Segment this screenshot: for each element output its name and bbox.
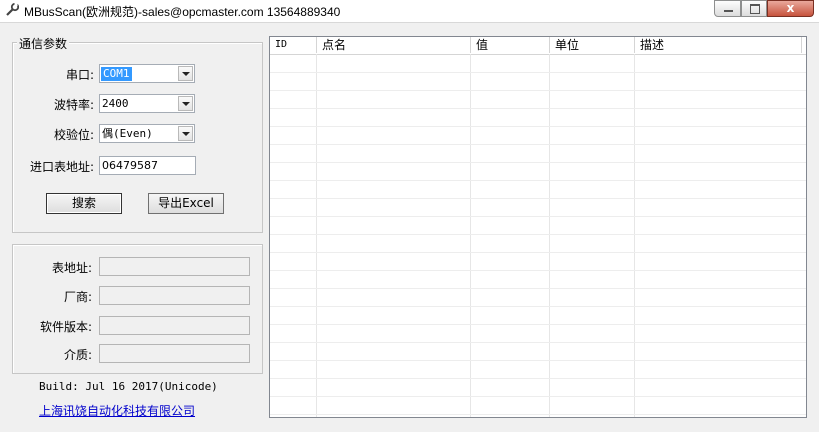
company-link[interactable]: 上海讯饶自动化科技有限公司: [39, 402, 195, 419]
address-value: 06479587: [102, 159, 158, 172]
maximize-button[interactable]: [741, 0, 767, 17]
grid-row-line: [270, 396, 806, 397]
grid-row-line: [270, 126, 806, 127]
grid-row-line: [270, 414, 806, 415]
grid-row-line: [270, 234, 806, 235]
grid-row-line: [270, 360, 806, 361]
grid-row-line: [270, 216, 806, 217]
port-select[interactable]: COM1: [99, 64, 195, 83]
column-header-id[interactable]: ID: [270, 37, 317, 53]
parity-select[interactable]: 偶(Even): [99, 124, 195, 143]
column-header-description[interactable]: 描述: [635, 37, 802, 53]
parity-value: 偶(Even): [102, 127, 153, 140]
table-header: ID 点名 值 单位 描述: [270, 37, 806, 55]
version-field: [99, 316, 250, 335]
baud-value: 2400: [102, 97, 129, 110]
maximize-icon: [750, 4, 760, 14]
grid-row-line: [270, 90, 806, 91]
close-button[interactable]: x: [767, 0, 814, 17]
minimize-icon: [724, 10, 733, 12]
column-header-name[interactable]: 点名: [317, 37, 471, 53]
grid-row-line: [270, 342, 806, 343]
grid-row-line: [270, 324, 806, 325]
build-info: Build: Jul 16 2017(Unicode): [39, 380, 218, 393]
close-icon: x: [786, 1, 795, 15]
grid-row-line: [270, 270, 806, 271]
grid-row-line: [270, 198, 806, 199]
search-button[interactable]: 搜索: [46, 193, 122, 214]
vendor-field: [99, 286, 250, 305]
window-title: MBusScan(欧洲规范)-sales@opcmaster.com 13564…: [24, 5, 341, 19]
parity-label: 校验位:: [53, 128, 94, 142]
export-excel-button[interactable]: 导出Excel: [148, 193, 224, 214]
grid-row-line: [270, 252, 806, 253]
chevron-down-icon[interactable]: [178, 126, 193, 141]
settings-group-title: 通信参数: [17, 35, 70, 52]
grid-row-line: [270, 288, 806, 289]
version-label: 软件版本:: [39, 320, 92, 334]
column-header-unit[interactable]: 单位: [550, 37, 635, 53]
wrench-icon: [6, 3, 19, 16]
minimize-button[interactable]: [714, 0, 741, 17]
grid-row-line: [270, 108, 806, 109]
data-table[interactable]: ID 点名 值 单位 描述: [269, 36, 807, 418]
column-header-value[interactable]: 值: [471, 37, 550, 53]
port-value: COM1: [101, 67, 132, 81]
baud-label: 波特率:: [53, 98, 94, 112]
medium-label: 介质:: [63, 348, 92, 362]
grid-row-line: [270, 378, 806, 379]
medium-field: [99, 344, 250, 363]
chevron-down-icon[interactable]: [178, 96, 193, 111]
grid-row-line: [270, 162, 806, 163]
chevron-down-icon[interactable]: [178, 66, 193, 81]
grid-row-line: [270, 72, 806, 73]
meter-address-label: 表地址:: [51, 261, 92, 275]
grid-row-line: [270, 306, 806, 307]
baud-select[interactable]: 2400: [99, 94, 195, 113]
grid-row-line: [270, 180, 806, 181]
title-bar: MBusScan(欧洲规范)-sales@opcmaster.com 13564…: [0, 0, 819, 23]
grid-row-line: [270, 144, 806, 145]
vendor-label: 厂商:: [63, 290, 92, 304]
port-label: 串口:: [65, 68, 94, 82]
meter-address-field: [99, 257, 250, 276]
address-input[interactable]: 06479587: [99, 156, 196, 175]
address-label: 进口表地址:: [29, 160, 94, 174]
